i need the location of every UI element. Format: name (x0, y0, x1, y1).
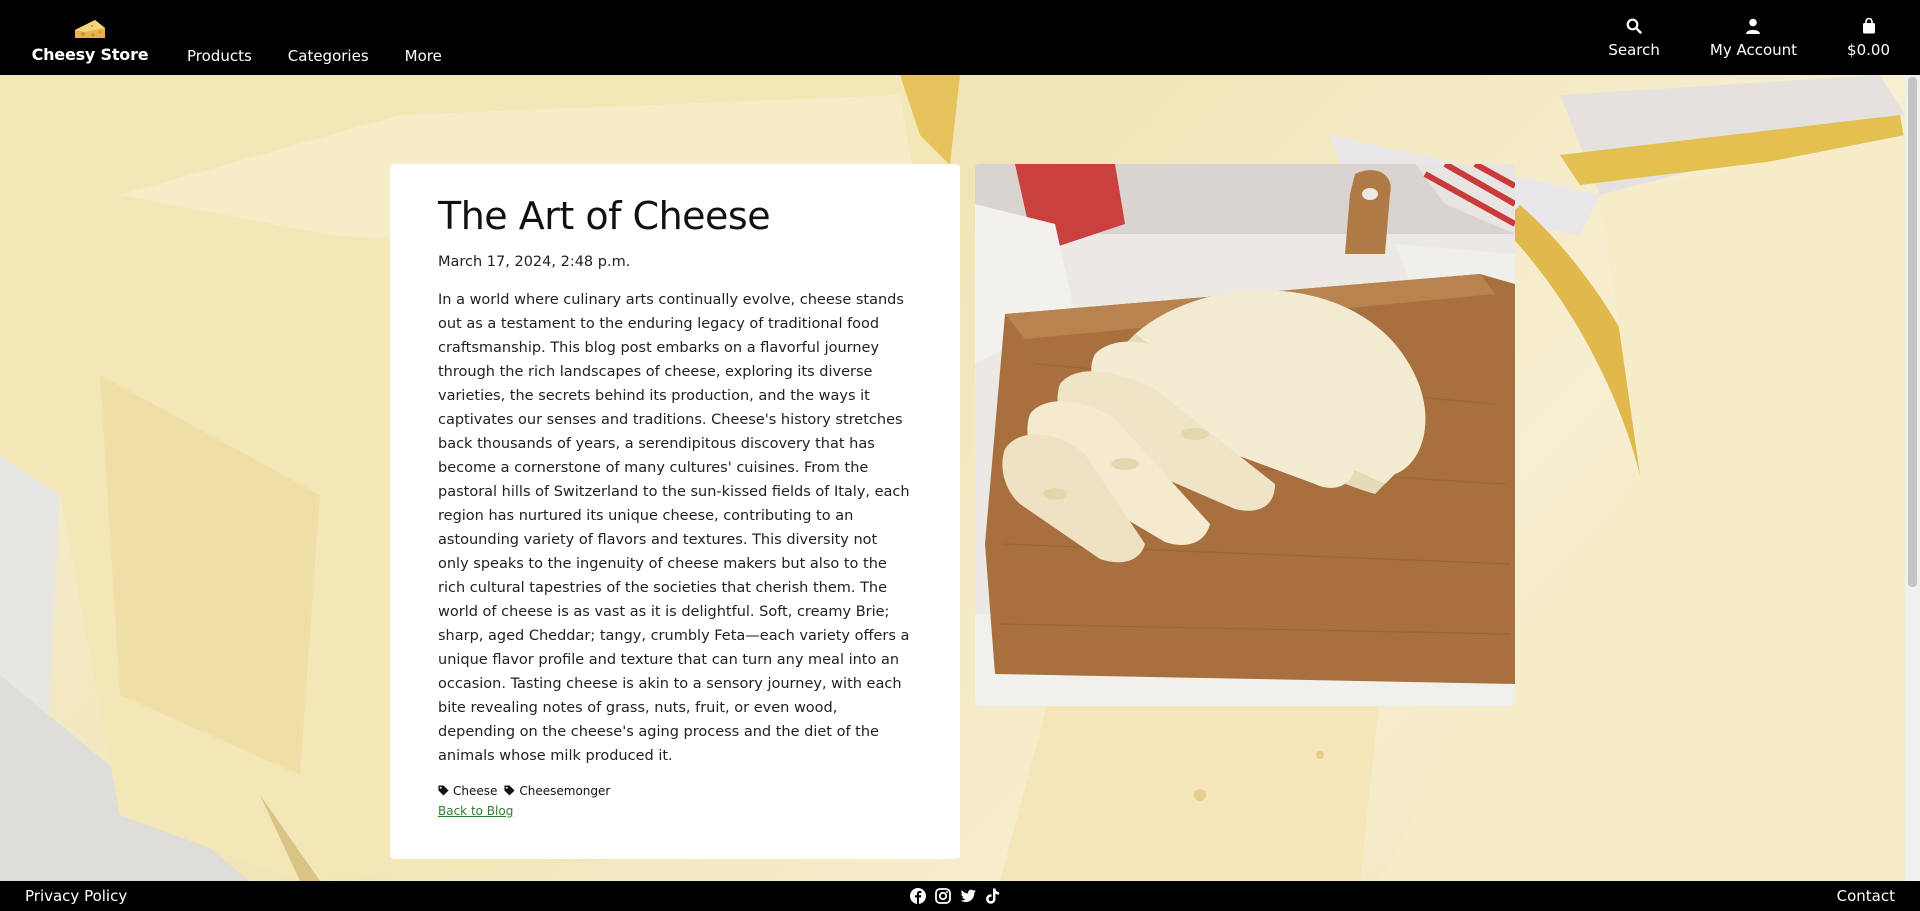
tiktok-icon[interactable] (986, 888, 1000, 908)
post-body: In a world where culinary arts continual… (438, 291, 910, 764)
tag-icon (504, 785, 515, 796)
tag-item[interactable]: Cheese (438, 784, 497, 798)
back-to-blog-link[interactable]: Back to Blog (438, 804, 513, 818)
brand-home-link[interactable]: Cheesy Store (30, 16, 150, 64)
tag-label: Cheesemonger (519, 783, 611, 798)
post-date: March 17, 2024, 2:48 p.m. (438, 253, 631, 270)
post-title: The Art of Cheese (438, 194, 771, 238)
nav-categories[interactable]: Categories (288, 47, 369, 65)
tag-icon (438, 785, 449, 796)
brand-name: Cheesy Store (31, 45, 149, 64)
cart-total: $0.00 (1847, 41, 1890, 59)
search-icon (1626, 18, 1642, 34)
site-footer: Privacy Policy Contact (0, 881, 1920, 911)
search-label: Search (1608, 41, 1660, 59)
post-image (975, 164, 1515, 706)
tag-item[interactable]: Cheesemonger (504, 784, 610, 798)
tag-label: Cheese (453, 783, 498, 798)
cart-button[interactable]: $0.00 (1847, 18, 1890, 59)
contact-link[interactable]: Contact (1837, 887, 1895, 905)
nav-products[interactable]: Products (187, 47, 252, 65)
cheese-on-board-image (975, 164, 1515, 706)
twitter-icon[interactable] (960, 888, 977, 908)
background-cheese-art (0, 75, 1905, 881)
account-label: My Account (1709, 41, 1798, 59)
social-links (910, 888, 1000, 908)
instagram-icon[interactable] (935, 888, 951, 908)
top-navigation-bar: Cheesy Store Products Categories More Se… (0, 0, 1920, 75)
main-nav: Products Categories More (187, 47, 442, 65)
background-cheese-image (0, 75, 1920, 881)
post-tags: Cheese Cheesemonger (438, 784, 912, 798)
my-account-button[interactable]: My Account (1710, 18, 1797, 59)
blog-post-card: The Art of Cheese March 17, 2024, 2:48 p… (390, 164, 960, 859)
facebook-icon[interactable] (910, 888, 926, 908)
cheese-logo-icon (75, 20, 105, 38)
shopping-bag-icon (1862, 18, 1875, 34)
user-icon (1746, 18, 1761, 34)
search-button[interactable]: Search (1608, 18, 1660, 59)
privacy-policy-link[interactable]: Privacy Policy (25, 887, 127, 905)
scrollbar-thumb[interactable] (1908, 77, 1917, 587)
nav-more[interactable]: More (405, 47, 442, 65)
header-utilities: Search My Account $0.00 (1608, 18, 1890, 59)
